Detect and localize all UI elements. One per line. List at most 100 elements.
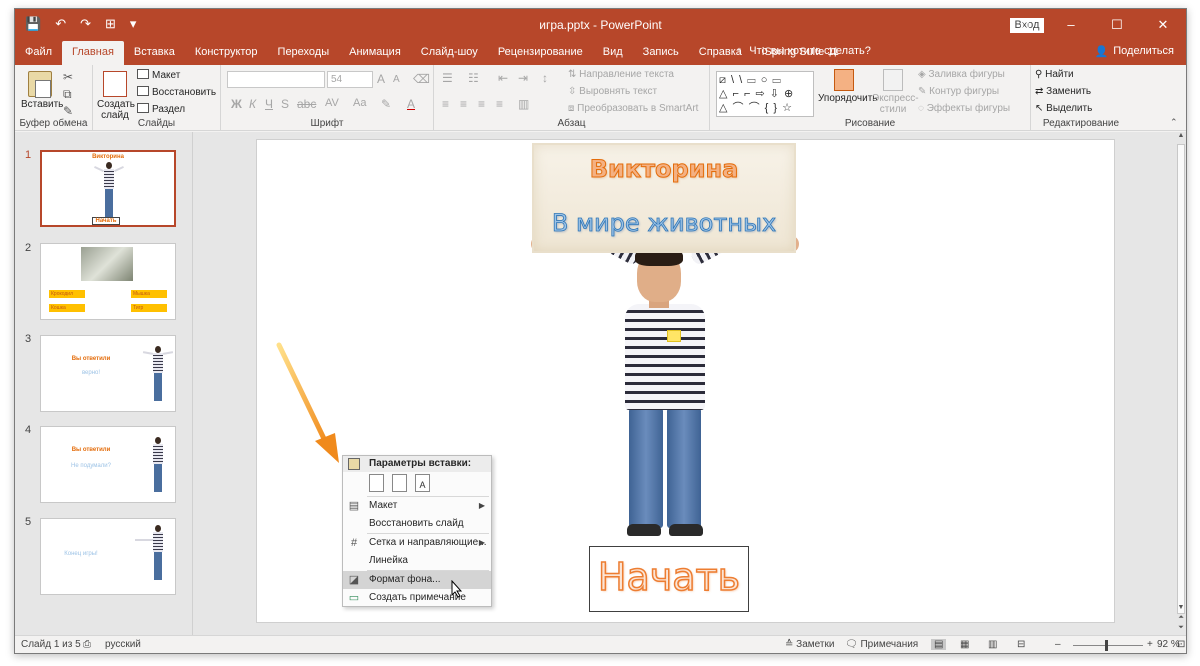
bullets-icon[interactable]: ☰ [442,71,453,85]
strikethrough-button[interactable]: abc [297,97,316,111]
collapse-ribbon-icon[interactable]: ⌃ [1170,117,1178,128]
paste-use-destination-icon[interactable] [369,474,384,492]
save-icon[interactable]: 💾 [25,16,41,32]
clear-format-icon[interactable]: ⌫ [413,72,430,86]
font-size-box[interactable]: 54 [327,71,373,88]
bold-button[interactable]: Ж [231,97,242,111]
slide-sorter-icon[interactable]: ▦ [960,639,969,650]
tab-slideshow[interactable]: Слайд-шоу [411,41,488,65]
new-slide-button[interactable]: Создать слайд [97,71,135,121]
language-indicator[interactable]: русский [105,639,141,650]
next-slide-icon[interactable]: ⏷ [1175,624,1186,632]
font-color-button[interactable]: A [407,97,415,111]
cut-icon[interactable]: ✂ [63,70,73,84]
tab-view[interactable]: Вид [593,41,633,65]
line-spacing-icon[interactable]: ↕ [542,71,548,85]
close-button[interactable]: ✕ [1140,9,1186,41]
customize-qat-icon[interactable]: ▾ [130,16,137,32]
start-slideshow-icon[interactable]: ⊞ [105,16,116,32]
fit-to-window-icon[interactable]: ⊡ [1177,639,1185,650]
scroll-down-icon[interactable]: ▼ [1175,604,1186,611]
font-grow-icon[interactable]: A [377,72,385,86]
section-button[interactable]: Раздел [137,103,185,115]
accessibility-icon[interactable]: ⎙ [83,639,91,650]
scroll-up-icon[interactable]: ▲ [1175,132,1186,139]
start-button-shape[interactable]: Начать [589,546,749,612]
comments-button[interactable]: 🗨 Примечания [845,639,918,650]
tab-review[interactable]: Рецензирование [488,41,593,65]
normal-view-icon[interactable]: ▤ [931,639,947,650]
paste-text-only-icon[interactable]: A [415,474,430,492]
slide-thumbnail-2[interactable]: Крокодил Мышка Кошка Тигр [40,243,176,320]
columns-icon[interactable]: ▥ [518,97,529,111]
zoom-slider-knob[interactable] [1105,640,1108,651]
title-sign[interactable]: Викторина В мире животных [532,143,796,253]
previous-slide-icon[interactable]: ⏶ [1175,614,1186,622]
tab-file[interactable]: Файл [15,41,62,65]
undo-icon[interactable]: ↶ [55,16,66,32]
font-name-box[interactable] [227,71,325,88]
zoom-in-icon[interactable]: + [1147,639,1153,650]
menu-item-reset-slide[interactable]: Восстановить слайд [343,515,491,533]
smartart-button[interactable]: ⧈ Преобразовать в SmartArt [568,103,698,114]
menu-item-format-background[interactable]: ◪ Формат фона... [343,571,491,589]
highlight-icon[interactable]: ✎ [381,97,391,111]
slide-title[interactable]: Викторина [534,155,794,184]
share-button[interactable]: 👤 Поделиться [1095,45,1174,58]
slide-thumbnail-1[interactable]: Викторина Начать [40,150,176,227]
tab-design[interactable]: Конструктор [185,41,268,65]
increase-indent-icon[interactable]: ⇥ [518,71,528,85]
format-painter-icon[interactable]: ✎ [63,104,73,118]
align-center-icon[interactable]: ≡ [460,97,467,111]
slide-thumbnail-3[interactable]: Вы ответили верно! [40,335,176,412]
tab-animations[interactable]: Анимация [339,41,411,65]
slide-thumbnail-5[interactable]: Конец игры! [40,518,176,595]
tab-record[interactable]: Запись [633,41,689,65]
shape-effects-button[interactable]: ◌ Эффекты фигуры [918,103,1010,114]
menu-item-layout[interactable]: ▤ Макет ▶ [343,497,491,515]
paste-button[interactable]: Вставить [21,71,63,110]
copy-icon[interactable]: ⧉ [63,87,72,102]
ribbon-display-icon[interactable]: ⧉ [1002,9,1048,41]
menu-item-ruler[interactable]: Линейка [343,552,491,570]
char-spacing-button[interactable]: AV [325,97,339,109]
shape-fill-button[interactable]: ◈ Заливка фигуры [918,69,1005,80]
change-case-button[interactable]: Aa [353,97,366,109]
find-button[interactable]: ⚲ Найти [1035,69,1074,80]
shadow-button[interactable]: S [281,97,289,111]
italic-button[interactable]: К [249,97,256,111]
decrease-indent-icon[interactable]: ⇤ [498,71,508,85]
slideshow-view-icon[interactable]: ⊟ [1017,639,1025,650]
tab-insert[interactable]: Вставка [124,41,185,65]
font-shrink-icon[interactable]: A [393,74,400,85]
menu-item-new-comment[interactable]: ▭ Создать примечание [343,589,491,607]
reading-view-icon[interactable]: ▥ [988,639,997,650]
vertical-scrollbar[interactable]: ▲ ▼ ⏶ ⏷ [1175,132,1186,635]
slide-subtitle[interactable]: В мире животных [534,209,794,238]
underline-button[interactable]: Ч [265,97,273,111]
numbering-icon[interactable]: ☷ [468,71,479,85]
notes-button[interactable]: ≙ Заметки [785,639,834,650]
align-right-icon[interactable]: ≡ [478,97,485,111]
align-left-icon[interactable]: ≡ [442,97,449,111]
zoom-out-icon[interactable]: – [1055,639,1061,650]
minimize-button[interactable]: – [1048,9,1094,41]
arrange-button[interactable]: Упорядочить [818,69,878,104]
slide-thumbnail-4[interactable]: Вы ответили Не подумали? [40,426,176,503]
scrollbar-thumb[interactable] [1177,144,1185,614]
boy-image[interactable] [527,207,803,540]
shape-outline-button[interactable]: ✎ Контур фигуры [918,86,999,97]
zoom-slider-track[interactable] [1073,645,1143,646]
layout-button[interactable]: Макет [137,69,180,81]
justify-icon[interactable]: ≡ [496,97,503,111]
tell-me-box[interactable]: ♀ Что вы хотите сделать? [735,45,871,57]
reset-button[interactable]: Восстановить [137,86,216,98]
tab-home[interactable]: Главная [62,41,124,65]
maximize-button[interactable]: ☐ [1094,9,1140,41]
text-direction-button[interactable]: ⇅ Направление текста [568,69,674,80]
paste-keep-source-icon[interactable] [392,474,407,492]
replace-button[interactable]: ⇄ Заменить [1035,86,1091,97]
quick-styles-button[interactable]: Экспресс- стили [872,69,919,115]
shapes-gallery[interactable]: ⧄ \ \ ▭ ○ ▭ △ ⌐ ⌐ ⇨ ⇩ ⊕ △ ⌒ ⌒ { } ☆ [716,71,814,117]
tab-transitions[interactable]: Переходы [268,41,340,65]
